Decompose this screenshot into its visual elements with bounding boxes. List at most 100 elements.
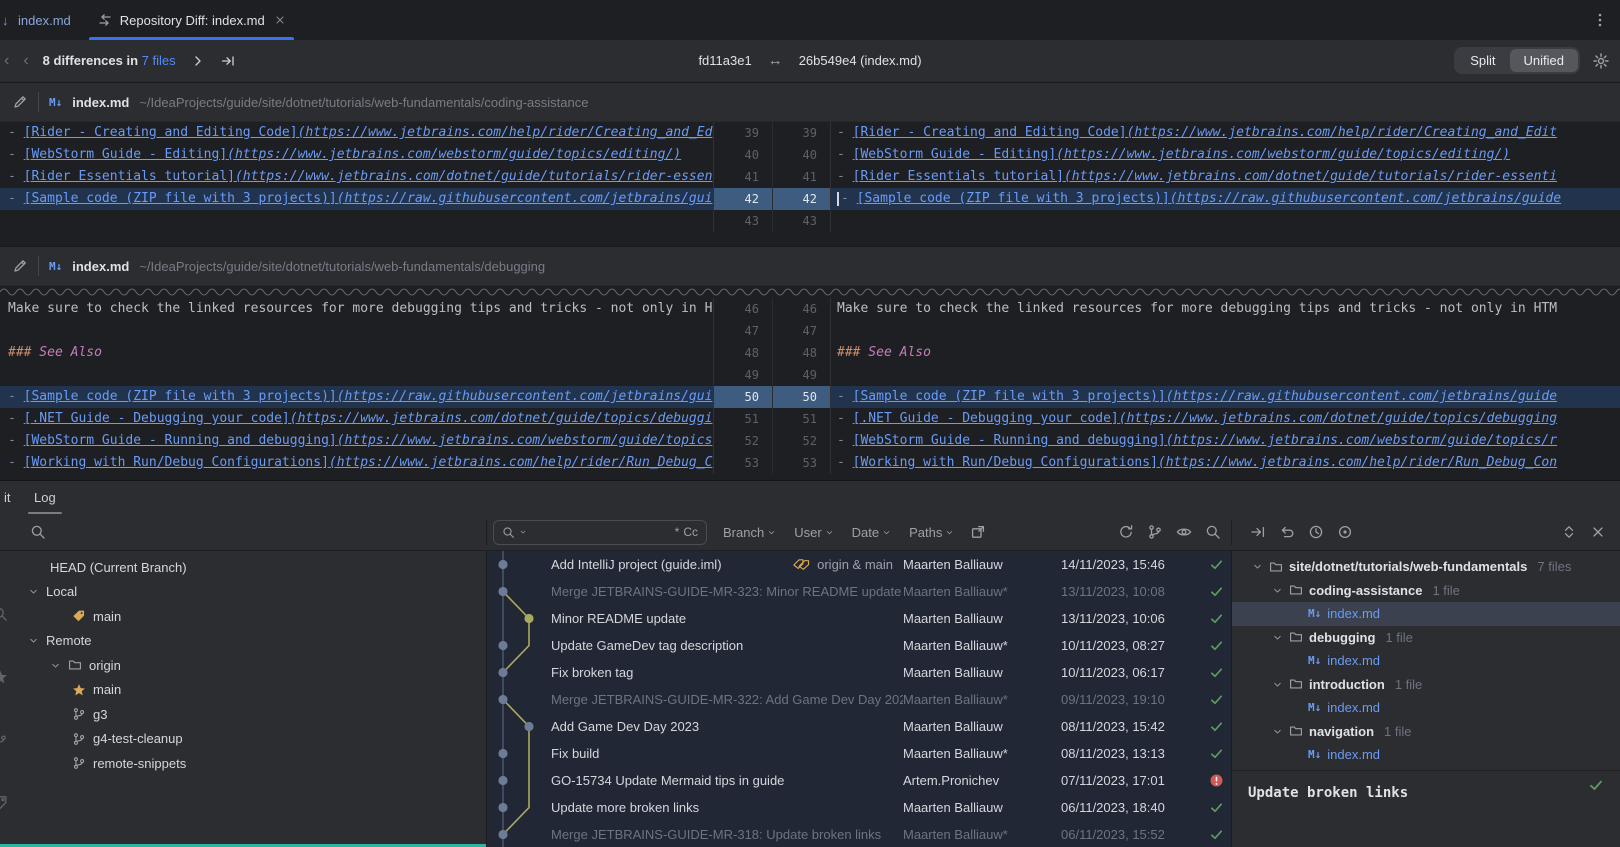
tree-file-index-md[interactable]: M↓ index.md [1232,649,1620,673]
jump-to-source-icon[interactable] [1250,524,1266,540]
markdown-link-url[interactable]: (https://raw.githubusercontent.com/jetbr… [1170,191,1561,206]
chevron-down-icon[interactable] [1272,679,1283,690]
diff-line[interactable]: - [.NET Guide - Debugging your code](htt… [0,408,1620,430]
markdown-link[interactable]: [Rider Essentials tutorial] [853,169,1064,184]
build-check-icon[interactable] [1209,665,1224,680]
markdown-link[interactable]: [.NET Guide - Debugging your code] [853,411,1119,426]
diff-line[interactable]: - [WebStorm Guide - Running and debuggin… [0,430,1620,452]
markdown-link[interactable]: [Sample code (ZIP file with 3 projects)] [853,389,1166,404]
tab-index-md[interactable]: ↓ index.md [0,0,84,40]
tab-commit-clipped[interactable]: it [0,481,22,514]
commit-row[interactable]: Add IntelliJ project (guide.iml)origin &… [487,551,1231,578]
tree-dir-introduction[interactable]: introduction1 file [1232,673,1620,697]
tree-dir-coding-assistance[interactable]: coding-assistance1 file [1232,579,1620,603]
markdown-link[interactable]: [Working with Run/Debug Configurations] [24,455,329,470]
build-error-icon[interactable] [1209,773,1224,788]
build-check-icon[interactable] [1209,692,1224,707]
markdown-link[interactable]: [Rider Essentials tutorial] [24,169,235,184]
markdown-link[interactable]: [WebStorm Guide - Editing] [24,147,228,162]
filter-branch[interactable]: Branch [723,525,776,540]
tree-file-index-md[interactable]: M↓ index.md [1232,696,1620,720]
build-check-icon[interactable] [1209,557,1224,572]
build-check-icon[interactable] [1209,800,1224,815]
preview-diff-icon[interactable] [1337,524,1353,540]
rollback-icon[interactable] [1279,524,1295,540]
commit-row[interactable]: Merge JETBRAINS-GUIDE-MR-318: Update bro… [487,821,1231,847]
branch-item-main[interactable]: main [0,604,486,629]
branch-item-remote-snippets[interactable]: remote-snippets [0,751,486,776]
chevron-down-icon[interactable] [1272,726,1283,737]
close-tab-icon[interactable] [274,14,286,26]
filter-paths[interactable]: Paths [909,525,954,540]
diff-line[interactable]: - [Rider Essentials tutorial](https://ww… [0,166,1620,188]
log-search-input[interactable]: * Cc [493,520,707,545]
diff-line[interactable]: - [WebStorm Guide - Editing](https://www… [0,144,1620,166]
previous-difference-icon[interactable]: ‹ [23,52,28,70]
markdown-link-url[interactable]: (https://www.jetbrains.com/help/rider/Ru… [329,455,713,470]
commit-row[interactable]: Merge JETBRAINS-GUIDE-MR-323: Minor READ… [487,578,1231,605]
markdown-link-url[interactable]: (https://www.jetbrains.com/dotnet/guide/… [1064,169,1557,184]
markdown-link-url[interactable]: (https://www.jetbrains.com/webstorm/guid… [1056,147,1510,162]
markdown-link-url[interactable]: (https://raw.githubusercontent.com/jetbr… [337,389,713,404]
markdown-link-url[interactable]: (https://www.jetbrains.com/help/rider/Cr… [298,125,713,140]
clipped-branch-icon[interactable] [0,732,8,748]
chevron-down-icon[interactable] [1272,632,1283,643]
folded-region[interactable] [0,286,1620,298]
markdown-link[interactable]: [Rider - Creating and Editing Code] [24,125,298,140]
history-icon[interactable] [1308,524,1324,540]
split-button[interactable]: Split [1456,49,1509,72]
build-check-icon[interactable] [1209,584,1224,599]
clipped-tag-icon[interactable] [0,795,8,811]
clipped-star-icon[interactable] [0,669,8,685]
commit-row[interactable]: Minor README update Maarten Balliauw 13/… [487,605,1231,632]
branch-item-head-current-branch-[interactable]: HEAD (Current Branch) [0,555,486,580]
markdown-link-url[interactable]: (https://www.jetbrains.com/help/rider/Ru… [1158,455,1557,470]
tab-repository-diff[interactable]: Repository Diff: index.md [84,0,299,40]
chevron-down-icon[interactable] [1252,561,1263,572]
build-check-icon[interactable] [1209,827,1224,842]
chevron-down-icon[interactable] [1272,585,1283,596]
markdown-link[interactable]: [Sample code (ZIP file with 3 projects)] [857,191,1170,206]
diff-line[interactable]: - [Rider - Creating and Editing Code](ht… [0,122,1620,144]
markdown-link[interactable]: [WebStorm Guide - Running and debugging] [24,433,337,448]
settings-gear-icon[interactable] [1592,52,1610,70]
commit-row[interactable]: Update more broken links Maarten Balliau… [487,794,1231,821]
find-icon[interactable] [1205,524,1221,540]
tree-file-index-md[interactable]: M↓ index.md [1232,602,1620,626]
first-difference-icon[interactable]: ‹ [4,52,9,70]
commit-row[interactable]: GO-15734 Update Mermaid tips in guide Ar… [487,767,1231,794]
regex-star-icon[interactable]: * [675,525,680,539]
markdown-link-url[interactable]: (https://www.jetbrains.com/dotnet/guide/… [290,411,713,426]
commit-row[interactable]: Add Game Dev Day 2023 Maarten Balliauw 0… [487,713,1231,740]
edit-pencil-icon[interactable] [12,258,28,274]
branch-item-main[interactable]: main [0,678,486,703]
filter-user[interactable]: User [794,525,833,540]
markdown-link-url[interactable]: (https://raw.githubusercontent.com/jetbr… [1166,389,1557,404]
build-check-icon[interactable] [1209,719,1224,734]
commit-row[interactable]: Update GameDev tag description Maarten B… [487,632,1231,659]
markdown-link-url[interactable]: (https://www.jetbrains.com/dotnet/guide/… [1119,411,1557,426]
chevron-down-icon[interactable] [28,635,39,646]
search-history-chevron-icon[interactable] [519,528,527,536]
markdown-link-url[interactable]: (https://www.jetbrains.com/help/rider/Cr… [1127,125,1557,140]
markdown-link[interactable]: [Sample code (ZIP file with 3 projects)] [24,191,337,206]
tree-file-index-md[interactable]: M↓ index.md [1232,743,1620,767]
tab-log[interactable]: Log [22,481,68,514]
markdown-link[interactable]: [Rider - Creating and Editing Code] [853,125,1127,140]
commit-row[interactable]: Fix build Maarten Balliauw* 08/11/2023, … [487,740,1231,767]
markdown-link-url[interactable]: (https://raw.githubusercontent.com/jetbr… [337,191,713,206]
commit-row[interactable]: Fix broken tag Maarten Balliauw 10/11/20… [487,659,1231,686]
diff-line[interactable]: 4343 [0,210,1620,232]
diff-line[interactable]: - [Sample code (ZIP file with 3 projects… [0,188,1620,210]
build-check-icon[interactable] [1209,746,1224,761]
build-check-icon[interactable] [1209,638,1224,653]
markdown-link[interactable]: [Sample code (ZIP file with 3 projects)] [24,389,337,404]
last-difference-icon[interactable] [220,53,236,69]
refresh-icon[interactable] [1118,524,1134,540]
tree-dir-debugging[interactable]: debugging1 file [1232,626,1620,650]
view-options-icon[interactable] [1176,524,1192,540]
filter-date[interactable]: Date [852,525,891,540]
branch-filter-icon[interactable] [1147,524,1163,540]
match-case-icon[interactable]: Cc [683,525,698,539]
unified-button[interactable]: Unified [1510,49,1578,72]
